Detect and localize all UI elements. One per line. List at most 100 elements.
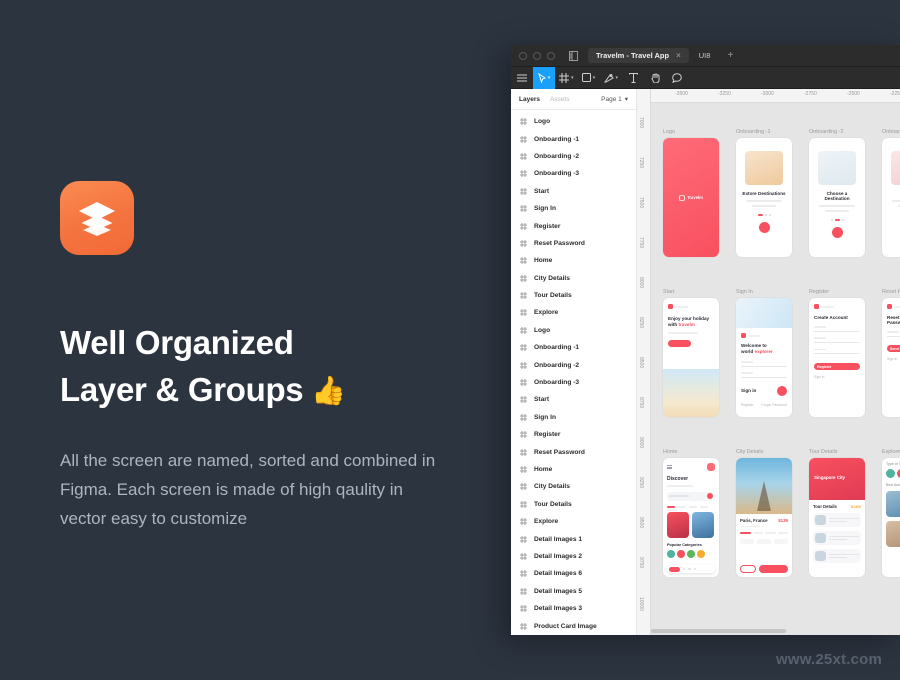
- signin-link[interactable]: Sign in: [887, 357, 900, 361]
- signin-link[interactable]: Sign in: [814, 375, 860, 379]
- tab-layers[interactable]: Layers: [519, 96, 540, 103]
- detail-tabs[interactable]: [740, 532, 788, 535]
- chevron-down-icon[interactable]: ▾: [625, 95, 628, 103]
- email-field[interactable]: [814, 337, 860, 343]
- register-link[interactable]: Register: [741, 403, 754, 407]
- layer-item[interactable]: Onboarding -1: [511, 339, 636, 356]
- artboard-home[interactable]: Home Discover Popular Categories: [663, 449, 719, 577]
- layer-item[interactable]: Product Card Image: [511, 617, 636, 634]
- horizontal-scrollbar[interactable]: [651, 629, 896, 633]
- type-pills[interactable]: [886, 469, 900, 478]
- artboard-label[interactable]: Logo: [663, 129, 719, 135]
- chevron-down-icon[interactable]: ▾: [593, 75, 596, 81]
- artboard-city-details[interactable]: City Details Paris, France $139: [736, 449, 792, 577]
- layer-item[interactable]: Onboarding -1: [511, 130, 636, 147]
- artboard-explore[interactable]: Explore Type of Tour: [882, 449, 900, 577]
- minimize-window-button[interactable]: [533, 51, 541, 60]
- layer-item[interactable]: Sign In: [511, 200, 636, 217]
- layer-item[interactable]: Register: [511, 426, 636, 443]
- screen-thumbnail[interactable]: Type of Tour Best Adventures: [882, 458, 900, 577]
- layer-item[interactable]: Explore: [511, 513, 636, 530]
- category-icon[interactable]: [677, 549, 685, 558]
- screen-thumbnail[interactable]: Fly to: [882, 138, 900, 257]
- artboard-label[interactable]: Reset P: [882, 289, 900, 295]
- get-started-button[interactable]: [668, 339, 691, 347]
- tour-list-item[interactable]: [813, 549, 861, 563]
- email-field[interactable]: [741, 361, 787, 367]
- nav-home-item[interactable]: [669, 566, 680, 572]
- artboard-reset-password[interactable]: Reset P Reset your Password Send Code: [882, 289, 900, 417]
- screen-thumbnail[interactable]: Travelm: [663, 138, 719, 257]
- screen-thumbnail[interactable]: Create Account Register Sign in: [809, 298, 865, 417]
- move-tool-icon[interactable]: ▾: [533, 66, 555, 89]
- password-field[interactable]: [814, 348, 860, 355]
- screen-thumbnail[interactable]: Enjoy your holiday with travelm: [663, 298, 719, 417]
- layer-item[interactable]: Detail Images 1: [511, 530, 636, 547]
- category-icon[interactable]: [697, 549, 705, 558]
- layer-item[interactable]: Sign In: [511, 409, 636, 426]
- screen-thumbnail[interactable]: Discover Popular Categories: [663, 458, 719, 577]
- category-list[interactable]: [667, 549, 715, 558]
- next-button[interactable]: [831, 226, 843, 238]
- destination-card[interactable]: [667, 511, 689, 538]
- destination-card[interactable]: [692, 511, 714, 538]
- artboard-logo[interactable]: Logo Travelm: [663, 129, 719, 257]
- layer-item[interactable]: Register: [511, 217, 636, 234]
- nav-item[interactable]: [688, 567, 691, 571]
- artboard-label[interactable]: Onboarding -1: [736, 129, 792, 135]
- category-icon[interactable]: [687, 549, 695, 558]
- tab-ui8[interactable]: UI8: [691, 48, 719, 63]
- screen-thumbnail[interactable]: Choose a Destination: [809, 138, 865, 257]
- layer-item[interactable]: Tour Details: [511, 496, 636, 513]
- adventure-image[interactable]: [886, 491, 900, 517]
- book-now-button[interactable]: [759, 565, 788, 573]
- artboard-tour-details[interactable]: Tour Details Singapore City Tour Details…: [809, 449, 865, 577]
- artboard-onboarding-1[interactable]: Onboarding -1 Extore Destinations: [736, 129, 792, 257]
- signin-button[interactable]: [777, 385, 787, 396]
- tour-list-item[interactable]: [813, 531, 861, 545]
- chevron-down-icon[interactable]: ▾: [616, 75, 619, 81]
- pagination-dots[interactable]: [757, 213, 771, 216]
- artboard-signin[interactable]: Sign In Welcome to world explorer Sign i…: [736, 289, 792, 417]
- layer-item[interactable]: Detail Images 5: [511, 583, 636, 600]
- adventure-image[interactable]: [886, 521, 900, 547]
- layer-item[interactable]: Logo: [511, 113, 636, 130]
- layer-item[interactable]: Start: [511, 183, 636, 200]
- layer-item[interactable]: Onboarding -2: [511, 148, 636, 165]
- tour-list-item[interactable]: [813, 513, 861, 527]
- tab-bar[interactable]: Travelm - Travel App × UI8 +: [588, 48, 740, 63]
- email-field[interactable]: [887, 331, 900, 337]
- artboard-label[interactable]: Register: [809, 289, 865, 295]
- artboard-label[interactable]: Onboarding -2: [809, 129, 865, 135]
- artboard-label[interactable]: Start: [663, 289, 719, 295]
- comment-tool-icon[interactable]: [666, 67, 688, 89]
- avatar[interactable]: [707, 463, 715, 471]
- file-browser-icon[interactable]: [569, 50, 578, 61]
- name-field[interactable]: [814, 326, 860, 332]
- screen-thumbnail[interactable]: Extore Destinations: [736, 138, 792, 257]
- layer-item[interactable]: Start: [511, 391, 636, 408]
- search-icon[interactable]: [707, 493, 713, 500]
- layer-list[interactable]: Logo Onboarding -1 Onboarding -2 Onboarding…: [511, 110, 636, 635]
- layer-item[interactable]: Onboarding -3: [511, 374, 636, 391]
- artboard-label[interactable]: Explore: [882, 449, 900, 455]
- layer-item[interactable]: City Details: [511, 270, 636, 287]
- tab-travelm[interactable]: Travelm - Travel App ×: [588, 48, 689, 63]
- screen-thumbnail[interactable]: Reset your Password Send Code Sign in: [882, 298, 900, 417]
- artboard-label[interactable]: Home: [663, 449, 719, 455]
- layer-item[interactable]: Home: [511, 252, 636, 269]
- shape-tool-icon[interactable]: ▾: [578, 67, 600, 89]
- nav-item[interactable]: [693, 567, 697, 571]
- hand-tool-icon[interactable]: [644, 67, 666, 89]
- password-field[interactable]: [741, 372, 787, 378]
- destination-cards[interactable]: [667, 511, 715, 538]
- layer-item[interactable]: Reset Password: [511, 443, 636, 460]
- bottom-navigation[interactable]: [667, 565, 715, 573]
- layer-item[interactable]: Detail Images 6: [511, 565, 636, 582]
- close-icon[interactable]: ×: [676, 51, 681, 60]
- register-button[interactable]: Register: [814, 363, 860, 371]
- category-icon[interactable]: [667, 549, 675, 558]
- layer-item[interactable]: Detail Images 3: [511, 600, 636, 617]
- figma-toolbar[interactable]: ▾ ▾ ▾ ▾: [511, 66, 900, 89]
- artboard-register[interactable]: Register Create Account Register Sign in: [809, 289, 865, 417]
